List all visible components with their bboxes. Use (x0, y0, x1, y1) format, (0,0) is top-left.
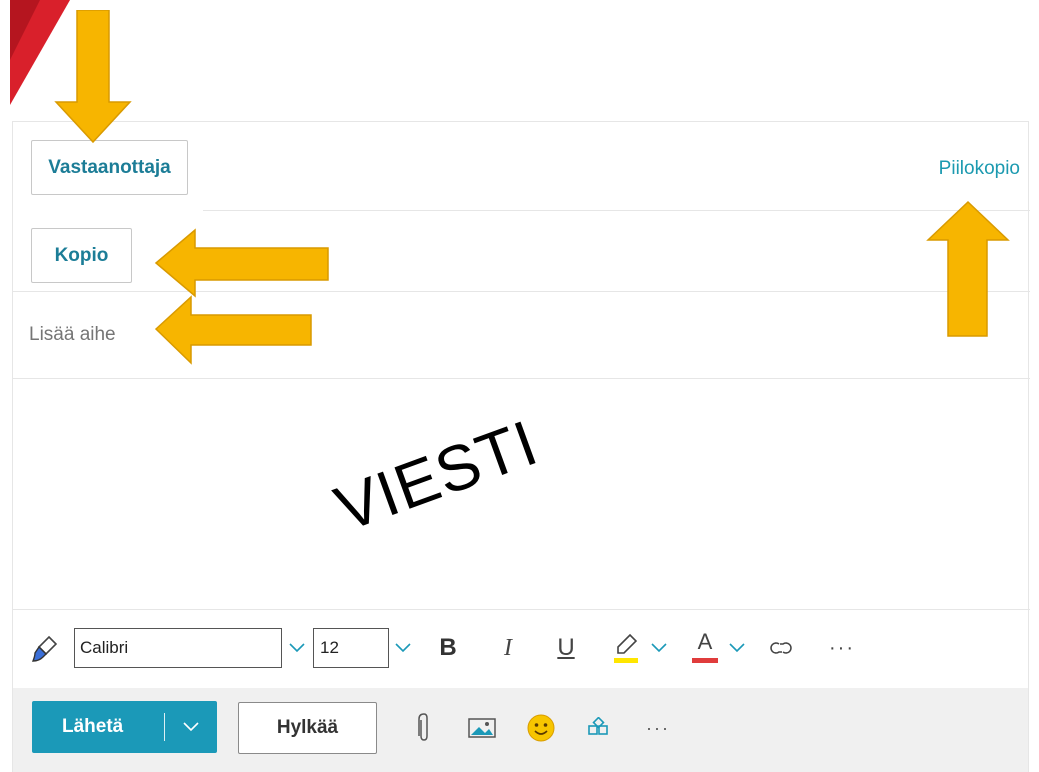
compose-panel: Vastaanottaja Piilokopio Kopio VIESTI B … (12, 121, 1030, 772)
chevron-down-icon[interactable] (165, 721, 217, 733)
image-icon[interactable] (465, 712, 499, 744)
divider (203, 210, 1030, 211)
link-icon[interactable] (765, 632, 797, 664)
font-size-input[interactable] (313, 628, 389, 668)
arrow-up-to-bcc-annotation (926, 200, 1010, 337)
bcc-link[interactable]: Piilokopio (939, 158, 1020, 180)
chevron-down-icon[interactable] (391, 636, 415, 660)
font-color-icon[interactable]: A (688, 626, 722, 666)
font-color-bar (692, 657, 718, 663)
message-body-annotation: VIESTI (326, 406, 547, 546)
font-color-label: A (697, 628, 713, 654)
emoji-icon[interactable] (523, 708, 559, 748)
to-button[interactable]: Vastaanottaja (31, 140, 188, 195)
apps-icon[interactable] (583, 712, 613, 744)
paint-brush-icon[interactable] (27, 632, 61, 666)
font-name-input[interactable] (74, 628, 282, 668)
chevron-down-icon[interactable] (285, 636, 309, 660)
discard-button[interactable]: Hylkää (238, 702, 377, 754)
action-bar: Lähetä Hylkää ··· (13, 688, 1028, 772)
send-label: Lähetä (62, 716, 124, 737)
send-button[interactable]: Lähetä (32, 701, 217, 753)
bold-button[interactable]: B (433, 630, 463, 666)
underline-button[interactable]: U (551, 630, 581, 666)
send-separator (164, 713, 165, 741)
chevron-down-icon[interactable] (725, 636, 749, 660)
formatting-toolbar: B I U A ··· (13, 610, 1028, 688)
arrow-left-to-cc-annotation (154, 228, 329, 298)
divider (13, 378, 1030, 379)
more-formatting-button[interactable]: ··· (825, 630, 859, 666)
italic-button[interactable]: I (493, 630, 523, 666)
arrow-left-to-subject-annotation (154, 295, 312, 365)
more-actions-button[interactable]: ··· (641, 710, 675, 746)
subject-input[interactable] (29, 324, 629, 346)
attach-icon[interactable] (411, 708, 437, 748)
arrow-down-to-recipient-annotation (54, 10, 132, 144)
chevron-down-icon[interactable] (647, 636, 671, 660)
highlighter-icon[interactable] (609, 628, 643, 668)
cc-button[interactable]: Kopio (31, 228, 132, 283)
